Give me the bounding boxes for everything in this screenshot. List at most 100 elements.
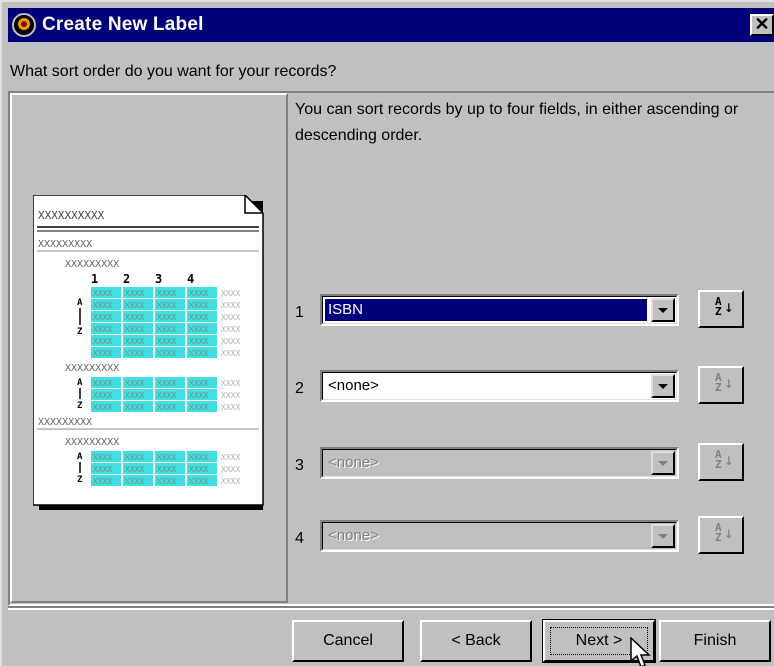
- sort-field-4-select[interactable]: <none>: [320, 520, 679, 552]
- illustration-cell-text: XXXX: [125, 465, 144, 474]
- illustration-column-number: 4: [187, 272, 194, 286]
- sort-field-number: 4: [295, 530, 304, 547]
- sort-field-3-value: <none>: [328, 454, 379, 471]
- arrow-down-icon: ↓: [724, 373, 734, 392]
- sort-ascending-icon: AZ: [715, 295, 722, 318]
- illustration-column-number: 3: [155, 272, 162, 286]
- illustration-cell-text: XXXX: [93, 379, 112, 388]
- illustration-cell-text: XXXX: [157, 289, 176, 298]
- illustration-column-number: 2: [123, 272, 130, 286]
- illustration-cell-text: XXXX: [189, 453, 208, 462]
- illustration-cell-text: XXXX: [189, 465, 208, 474]
- illustration-cell-text: XXXX: [93, 313, 112, 322]
- page-prompt: What sort order do you want for your rec…: [10, 63, 337, 80]
- sort-field-4-direction-button[interactable]: AZ ↓: [698, 516, 744, 554]
- illustration-cell-text: XXXX: [221, 349, 240, 358]
- sort-field-2-value: <none>: [328, 377, 379, 394]
- close-button[interactable]: ✕: [750, 14, 774, 36]
- illustration-cell-text: XXXX: [189, 313, 208, 322]
- sort-field-number: 1: [295, 304, 304, 321]
- illustration-cell-text: XXXX: [93, 337, 112, 346]
- illustration-cell-text: XXXX: [221, 337, 240, 346]
- illustration-cell-text: XXXX: [221, 325, 240, 334]
- illustration-subgroup: XXXXXXXXX: [65, 363, 119, 374]
- illustration-cell-text: XXXX: [189, 391, 208, 400]
- illustration-cell-text: XXXX: [125, 337, 144, 346]
- illustration-cell-text: XXXX: [125, 325, 144, 334]
- illustration-cell-text: XXXX: [93, 453, 112, 462]
- mouse-pointer-icon: [630, 637, 651, 666]
- illustration-cell-text: XXXX: [221, 301, 240, 310]
- illustration-cell-text: XXXX: [189, 379, 208, 388]
- finish-button[interactable]: Finish: [659, 620, 771, 662]
- illustration-cell-text: XXXX: [189, 349, 208, 358]
- illustration-title: XXXXXXXXXX: [38, 209, 105, 222]
- illustration-cell-text: XXXX: [157, 379, 176, 388]
- finish-button-label: Finish: [693, 632, 737, 649]
- illustration-cell-text: XXXX: [125, 349, 144, 358]
- sort-glyph-z: Z: [77, 475, 83, 485]
- sort-illustration: XXXXXXXXXX XXXXXXXXX XXXXXXXXX 1 2 3 4 XXXX XXXX…: [32, 194, 267, 510]
- illustration-cell-text: XXXX: [125, 313, 144, 322]
- illustration-cell-text: XXXX: [157, 337, 176, 346]
- sort-field-1-select[interactable]: ISBN: [320, 294, 679, 326]
- title-bar[interactable]: Create New Label ✕: [8, 8, 774, 42]
- chevron-down-icon[interactable]: [651, 451, 675, 475]
- cancel-button-label: Cancel: [323, 632, 373, 649]
- illustration-cell-text: XXXX: [93, 465, 112, 474]
- illustration-cell-text: XXXX: [93, 301, 112, 310]
- illustration-cell-text: XXXX: [221, 313, 240, 322]
- illustration-cell-text: XXXX: [157, 301, 176, 310]
- arrow-down-icon: ↓: [724, 523, 734, 542]
- illustration-group: XXXXXXXXX: [38, 417, 92, 428]
- sort-field-1-direction-button[interactable]: AZ ↓: [698, 290, 744, 328]
- illustration-cell-text: XXXX: [221, 477, 240, 486]
- chevron-down-icon[interactable]: [651, 298, 675, 322]
- sort-field-2-direction-button[interactable]: AZ ↓: [698, 366, 744, 404]
- sort-glyph-a: A: [77, 298, 83, 308]
- sort-glyph-a: A: [77, 452, 83, 462]
- illustration-cell-text: XXXX: [125, 289, 144, 298]
- illustration-cell-text: XXXX: [125, 379, 144, 388]
- app-logo-icon: [12, 13, 36, 37]
- illustration-subgroup: XXXXXXXXX: [65, 437, 119, 448]
- illustration-cell-text: XXXX: [93, 349, 112, 358]
- illustration-cell-text: XXXX: [157, 325, 176, 334]
- sort-field-3-select[interactable]: <none>: [320, 447, 679, 479]
- sort-ascending-icon: AZ: [715, 521, 722, 544]
- illustration-cell-text: XXXX: [157, 391, 176, 400]
- sort-field-2-select[interactable]: <none>: [320, 370, 679, 402]
- illustration-group: XXXXXXXXX: [38, 239, 92, 250]
- illustration-cell-text: XXXX: [221, 379, 240, 388]
- illustration-cell-text: XXXX: [189, 289, 208, 298]
- sort-field-3-direction-button[interactable]: AZ ↓: [698, 443, 744, 481]
- illustration-cell-text: XXXX: [221, 289, 240, 298]
- illustration-cell-text: XXXX: [125, 453, 144, 462]
- illustration-cell-text: XXXX: [125, 391, 144, 400]
- illustration-cell-text: XXXX: [93, 477, 112, 486]
- chevron-down-icon[interactable]: [651, 374, 675, 398]
- chevron-down-icon[interactable]: [651, 524, 675, 548]
- illustration-cell-text: XXXX: [93, 403, 112, 412]
- back-button-label: < Back: [451, 632, 501, 649]
- sort-glyph-a: A: [77, 378, 83, 388]
- illustration-cell-text: XXXX: [93, 289, 112, 298]
- sort-ascending-icon: AZ: [715, 448, 722, 471]
- illustration-cell-text: XXXX: [221, 403, 240, 412]
- illustration-cell-text: XXXX: [221, 465, 240, 474]
- illustration-cell-text: XXXX: [157, 403, 176, 412]
- illustration-cell-text: XXXX: [157, 313, 176, 322]
- illustration-cell-text: XXXX: [189, 325, 208, 334]
- arrow-down-icon: ↓: [724, 450, 734, 469]
- illustration-cell-text: XXXX: [157, 349, 176, 358]
- illustration-subgroup: XXXXXXXXX: [65, 259, 119, 270]
- cancel-button[interactable]: Cancel: [292, 620, 404, 662]
- illustration-cell-text: XXXX: [125, 477, 144, 486]
- back-button[interactable]: < Back: [420, 620, 532, 662]
- illustration-cell-text: XXXX: [189, 301, 208, 310]
- sort-field-number: 2: [295, 380, 304, 397]
- illustration-cell-text: XXXX: [157, 453, 176, 462]
- illustration-cell-text: XXXX: [157, 465, 176, 474]
- illustration-cell-text: XXXX: [125, 301, 144, 310]
- window-title: Create New Label: [42, 14, 204, 35]
